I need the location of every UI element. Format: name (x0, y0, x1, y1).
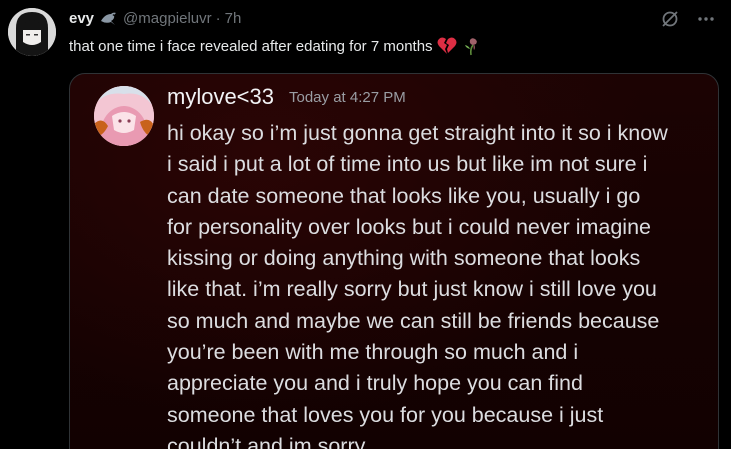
message-line: for personality over looks but i could n… (167, 214, 652, 239)
header-actions (657, 6, 719, 32)
bird-icon (99, 10, 119, 26)
message-line: i said i put a lot of time into us but l… (167, 152, 648, 177)
message-line: you’re been with me through so much and … (167, 340, 579, 365)
tweet-header: evy @magpieluvr · 7h (69, 8, 241, 28)
author-handle[interactable]: @magpieluvr (123, 10, 212, 27)
sender-name: mylove<33 (167, 84, 275, 109)
message-timestamp: Today at 4:27 PM (289, 89, 406, 106)
tweet: evy @magpieluvr · 7h that one time i fac… (0, 0, 731, 449)
wilted-rose-emoji (461, 36, 481, 56)
message-line: so much and maybe we can still be friend… (167, 308, 660, 333)
message-line: couldn’t and im sorry. (167, 433, 370, 449)
tweet-text: that one time i face revealed after edat… (69, 36, 481, 56)
message-line: kissing or doing anything with someone t… (167, 246, 641, 271)
more-icon[interactable] (693, 6, 719, 32)
sender-avatar (94, 86, 154, 146)
broken-heart-emoji (437, 37, 457, 55)
display-name[interactable]: evy (69, 10, 94, 27)
author-avatar[interactable] (8, 8, 56, 56)
post-time[interactable]: 7h (225, 10, 242, 27)
message-line: someone that loves you for you because i… (167, 402, 604, 427)
tweet-body: that one time i face revealed after edat… (69, 37, 433, 55)
message-body: hi okay so i’m just gonna get straight i… (167, 118, 668, 449)
grok-icon[interactable] (657, 6, 683, 32)
media-image[interactable]: mylove<33 Today at 4:27 PM hi okay so i’… (69, 73, 719, 449)
separator-dot: · (215, 9, 221, 27)
message-line: can date someone that looks like you, us… (167, 183, 641, 208)
message-line: appreciate you and i truly hope you can … (167, 371, 583, 396)
message-line: like that. i’m really sorry but just kno… (167, 277, 657, 302)
message-line: hi okay so i’m just gonna get straight i… (167, 121, 668, 145)
